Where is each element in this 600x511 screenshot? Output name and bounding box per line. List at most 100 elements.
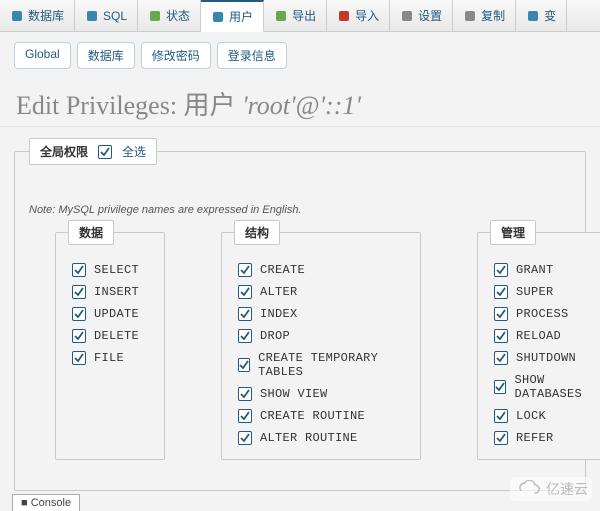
privilege-row: CREATE xyxy=(238,259,404,281)
subtab-3[interactable]: 登录信息 xyxy=(217,42,287,69)
check-all-checkbox[interactable] xyxy=(98,145,112,159)
privilege-row: PROCESS xyxy=(494,303,600,325)
privilege-checkbox[interactable] xyxy=(72,351,86,365)
privilege-name: UPDATE xyxy=(94,307,139,321)
cloud-icon xyxy=(514,480,542,498)
privilege-row: GRANT xyxy=(494,259,600,281)
privilege-checkbox[interactable] xyxy=(494,380,506,394)
top-tab-1[interactable]: SQL xyxy=(75,0,138,31)
top-tab-5[interactable]: 导入 xyxy=(327,0,390,31)
privilege-name: CREATE xyxy=(260,263,305,277)
privilege-row: REFER xyxy=(494,427,600,449)
top-tab-label: SQL xyxy=(103,9,127,23)
console-toggle[interactable]: ■ Console xyxy=(12,494,80,511)
privilege-name: DROP xyxy=(260,329,290,343)
top-tab-3[interactable]: 用户 xyxy=(201,0,264,32)
users-icon xyxy=(211,10,225,24)
privilege-row: ALTER xyxy=(238,281,404,303)
privilege-row: DELETE xyxy=(72,325,148,347)
structure-privileges-group: 结构 CREATEALTERINDEXDROPCREATE TEMPORARY … xyxy=(221,232,421,460)
top-tab-label: 复制 xyxy=(481,7,505,24)
privilege-checkbox[interactable] xyxy=(238,307,252,321)
sql-icon xyxy=(85,9,99,23)
check-all-label[interactable]: 全选 xyxy=(122,143,146,160)
replication-icon xyxy=(463,9,477,23)
privilege-name: SHOW VIEW xyxy=(260,387,328,401)
data-group-title: 数据 xyxy=(68,220,114,245)
global-privileges-legend: 全局权限 全选 xyxy=(29,138,157,165)
privilege-name: CREATE ROUTINE xyxy=(260,409,365,423)
privilege-checkbox[interactable] xyxy=(494,409,508,423)
privilege-checkbox[interactable] xyxy=(238,409,252,423)
top-tab-label: 设置 xyxy=(418,7,442,24)
top-tab-2[interactable]: 状态 xyxy=(138,0,201,31)
admin-privileges-group: 管理 GRANTSUPERPROCESSRELOADSHUTDOWNSHOW D… xyxy=(477,232,600,460)
privilege-checkbox[interactable] xyxy=(72,307,86,321)
privilege-checkbox[interactable] xyxy=(72,285,86,299)
admin-group-title: 管理 xyxy=(490,220,536,245)
privilege-checkbox[interactable] xyxy=(494,431,508,445)
privilege-checkbox[interactable] xyxy=(494,329,508,343)
heading-prefix: Edit Privileges: xyxy=(16,91,184,120)
privilege-checkbox[interactable] xyxy=(72,329,86,343)
privilege-checkbox[interactable] xyxy=(238,387,252,401)
privilege-checkbox[interactable] xyxy=(238,431,252,445)
variables-icon xyxy=(526,9,540,23)
database-icon xyxy=(10,9,24,23)
privilege-row: DROP xyxy=(238,325,404,347)
privilege-row: SUPER xyxy=(494,281,600,303)
privilege-name: INDEX xyxy=(260,307,298,321)
console-label: Console xyxy=(31,497,71,509)
privilege-name: SUPER xyxy=(516,285,554,299)
structure-group-title: 结构 xyxy=(234,220,280,245)
privilege-row: CREATE TEMPORARY TABLES xyxy=(238,347,404,383)
privilege-checkbox[interactable] xyxy=(238,329,252,343)
top-tab-label: 变 xyxy=(544,7,556,24)
privilege-name: SELECT xyxy=(94,263,139,277)
privilege-checkbox[interactable] xyxy=(494,263,508,277)
global-privileges-title: 全局权限 xyxy=(40,143,88,160)
privilege-checkbox[interactable] xyxy=(72,263,86,277)
subtab-1[interactable]: 数据库 xyxy=(77,42,135,69)
privilege-name: PROCESS xyxy=(516,307,569,321)
subtab-2[interactable]: 修改密码 xyxy=(141,42,211,69)
privilege-checkbox[interactable] xyxy=(238,263,252,277)
settings-icon xyxy=(400,9,414,23)
top-navigation: 数据库 SQL 状态 用户 导出导入 设置 复制 变 xyxy=(0,0,600,32)
privilege-row: RELOAD xyxy=(494,325,600,347)
watermark-text: 亿速云 xyxy=(546,479,588,499)
privilege-columns: 数据 SELECTINSERTUPDATEDELETEFILE 结构 CREAT… xyxy=(15,232,585,490)
privilege-checkbox[interactable] xyxy=(494,307,508,321)
watermark: 亿速云 xyxy=(510,477,592,501)
privilege-checkbox[interactable] xyxy=(494,351,508,365)
privilege-name: ALTER ROUTINE xyxy=(260,431,358,445)
privilege-checkbox[interactable] xyxy=(238,285,252,299)
privilege-name: SHOW DATABASES xyxy=(514,373,600,401)
top-tab-0[interactable]: 数据库 xyxy=(0,0,75,31)
global-privileges-fieldset: 全局权限 全选 Note: MySQL privilege names are … xyxy=(14,151,586,491)
top-tab-label: 用户 xyxy=(229,8,253,25)
privilege-row: SHOW VIEW xyxy=(238,383,404,405)
export-icon xyxy=(274,9,288,23)
privilege-name: ALTER xyxy=(260,285,298,299)
privilege-row: SELECT xyxy=(72,259,148,281)
privilege-row: FILE xyxy=(72,347,148,369)
privilege-checkbox[interactable] xyxy=(238,358,250,372)
page-title: Edit Privileges: 用户 'root'@'::1' xyxy=(0,79,600,127)
top-tab-6[interactable]: 设置 xyxy=(390,0,453,31)
privilege-name: DELETE xyxy=(94,329,139,343)
import-icon xyxy=(337,9,351,23)
privilege-name: FILE xyxy=(94,351,124,365)
privilege-name: RELOAD xyxy=(516,329,561,343)
top-tab-label: 导出 xyxy=(292,7,316,24)
privilege-row: INDEX xyxy=(238,303,404,325)
subtab-0[interactable]: Global xyxy=(14,42,71,69)
top-tab-4[interactable]: 导出 xyxy=(264,0,327,31)
privilege-checkbox[interactable] xyxy=(494,285,508,299)
privilege-name: LOCK xyxy=(516,409,546,423)
privilege-name: INSERT xyxy=(94,285,139,299)
top-tab-8[interactable]: 变 xyxy=(516,0,567,31)
privilege-name: GRANT xyxy=(516,263,554,277)
top-tab-7[interactable]: 复制 xyxy=(453,0,516,31)
privilege-name: REFER xyxy=(516,431,554,445)
